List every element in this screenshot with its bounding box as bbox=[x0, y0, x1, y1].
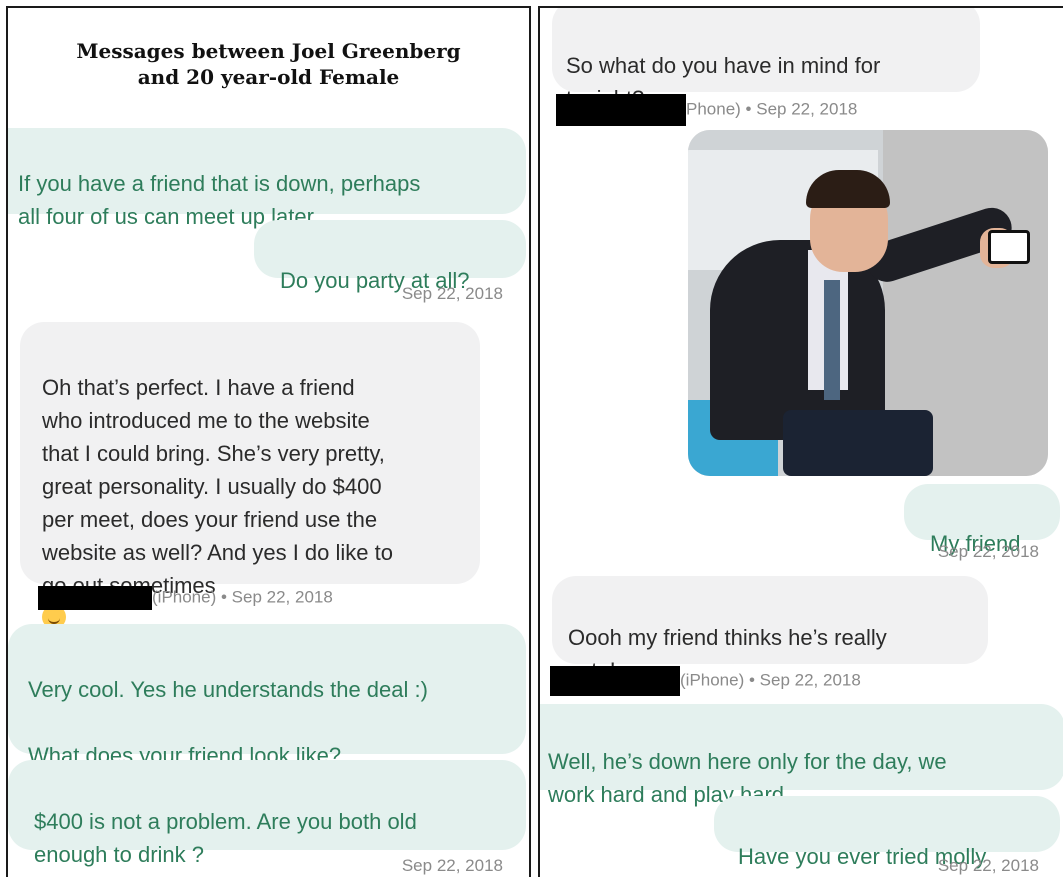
left-conversation-panel: Messages between Joel Greenberg and 20 y… bbox=[6, 6, 531, 877]
redacted-name-block bbox=[38, 586, 152, 610]
redacted-name-block bbox=[556, 94, 686, 126]
right-conversation-panel: So what do you have in mind for tonight?… bbox=[538, 6, 1063, 877]
message-timestamp: Sep 22, 2018 bbox=[937, 856, 1039, 875]
message-timestamp: Sep 22, 2018 bbox=[401, 856, 503, 875]
meta-date: Sep 22, 2018 bbox=[756, 99, 858, 119]
message-outgoing[interactable]: If you have a friend that is down, perha… bbox=[8, 128, 526, 229]
meta-separator: • bbox=[740, 99, 757, 119]
meta-separator: • bbox=[744, 670, 760, 690]
message-incoming[interactable]: Oh that’s perfect. I have a friend who i… bbox=[20, 322, 480, 629]
message-timestamp: Sep 22, 2018 bbox=[401, 284, 503, 303]
shared-photo[interactable] bbox=[688, 130, 1048, 476]
message-meta: Phone) • Sep 22, 2018 bbox=[556, 94, 857, 126]
message-outgoing[interactable]: My friend bbox=[904, 484, 1060, 556]
panel-caption: Messages between Joel Greenberg and 20 y… bbox=[76, 39, 461, 89]
message-outgoing[interactable]: Very cool. Yes he understands the deal :… bbox=[8, 624, 526, 768]
meta-date: Sep 22, 2018 bbox=[759, 670, 861, 690]
message-text: $400 is not a problem. Are you both old … bbox=[34, 809, 417, 867]
meta-date: Sep 22, 2018 bbox=[231, 587, 333, 607]
device-label: Phone) bbox=[686, 99, 741, 119]
device-label: (iPhone) bbox=[152, 587, 217, 607]
message-outgoing[interactable]: Have you ever tried molly bbox=[714, 796, 1060, 869]
message-meta: (iPhone) • Sep 22, 2018 bbox=[550, 666, 861, 696]
photo-person-tie bbox=[824, 280, 840, 400]
message-incoming[interactable]: So what do you have in mind for tonight? bbox=[552, 8, 980, 111]
message-meta: (iPhone) • Sep 22, 2018 bbox=[38, 586, 333, 610]
message-timestamp: Sep 22, 2018 bbox=[937, 542, 1039, 561]
message-incoming[interactable]: Oooh my friend thinks he’s really cute! bbox=[552, 576, 988, 683]
message-text: Oh that’s perfect. I have a friend who i… bbox=[42, 375, 393, 598]
message-outgoing[interactable]: Well, he’s down here only for the day, w… bbox=[540, 704, 1063, 807]
photo-chair bbox=[783, 410, 933, 476]
message-outgoing[interactable]: Do you party at all? bbox=[254, 220, 526, 293]
redacted-name-block bbox=[550, 666, 680, 696]
message-text: Very cool. Yes he understands the deal :… bbox=[28, 677, 428, 768]
device-label: (iPhone) bbox=[680, 670, 745, 690]
meta-separator: • bbox=[216, 587, 232, 607]
photo-phone bbox=[988, 230, 1030, 264]
message-outgoing[interactable]: $400 is not a problem. Are you both old … bbox=[8, 760, 526, 867]
